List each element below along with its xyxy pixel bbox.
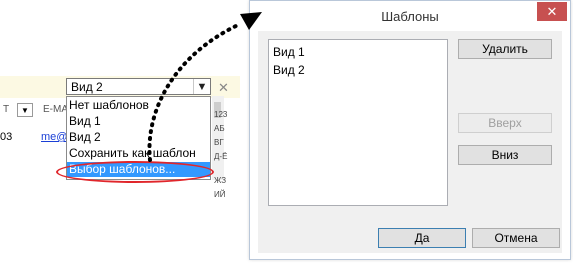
arrow-head — [240, 12, 262, 30]
dotted-arrow-line — [147, 23, 240, 162]
annotation-arrow — [147, 12, 262, 162]
